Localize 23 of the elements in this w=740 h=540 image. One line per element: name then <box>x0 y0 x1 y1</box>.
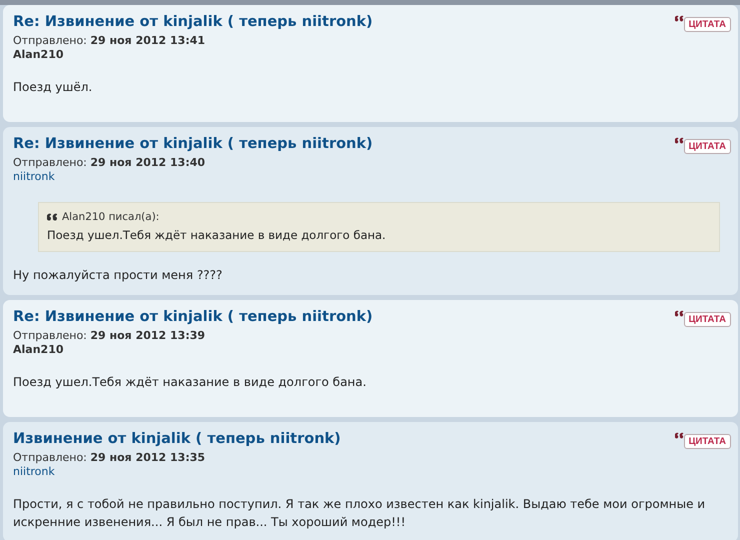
post-title[interactable]: Re: Извинение от kinjalik ( теперь niitronk) <box>13 136 373 152</box>
post-body: Поезд ушёл. <box>13 79 94 96</box>
quote-icon <box>47 213 58 221</box>
post-title[interactable]: Re: Извинение от kinjalik ( теперь niitronk) <box>13 14 373 30</box>
author-name[interactable]: niitronk <box>13 464 730 478</box>
quote-icon <box>674 137 684 144</box>
post-date: Отправлено: 29 ноя 2012 13:35 <box>13 450 206 464</box>
post-body: Поезд ушел.Тебя ждёт наказание в виде долгого бана. <box>13 374 368 391</box>
author-name: Alan210 <box>13 342 64 356</box>
quote-icon <box>674 432 684 439</box>
post-date: Отправлено: 29 ноя 2012 13:41 <box>13 34 206 47</box>
post-title[interactable]: Re: Извинение от kinjalik ( теперь niitronk) <box>13 308 373 325</box>
author-name[interactable]: niitronk <box>13 170 730 183</box>
post-date: Отправлено: 29 ноя 2012 13:40 <box>13 156 206 169</box>
quote-icon <box>674 15 684 22</box>
quote-text: Поезд ушел.Тебя ждёт наказание в виде долгого бана. <box>47 228 387 242</box>
post-body: Прости, я с тобой не правильно поступил. Я так же плохо известен как kinjalik. Выдаю тебе мои огромные и искренние извенения... Я был не прав... Ты хороший модер!!! <box>13 496 706 532</box>
author-name: Alan210 <box>13 48 64 61</box>
post-date: Отправлено: 29 ноя 2012 13:39 <box>13 328 206 342</box>
post-body: Ну пожалуйста прости меня ???? <box>13 267 224 284</box>
quote-icon <box>674 310 684 317</box>
quote-author: Alan210 писал(а): <box>62 211 160 223</box>
post-title[interactable]: Извинение от kinjalik ( теперь niitronk) <box>13 430 341 447</box>
